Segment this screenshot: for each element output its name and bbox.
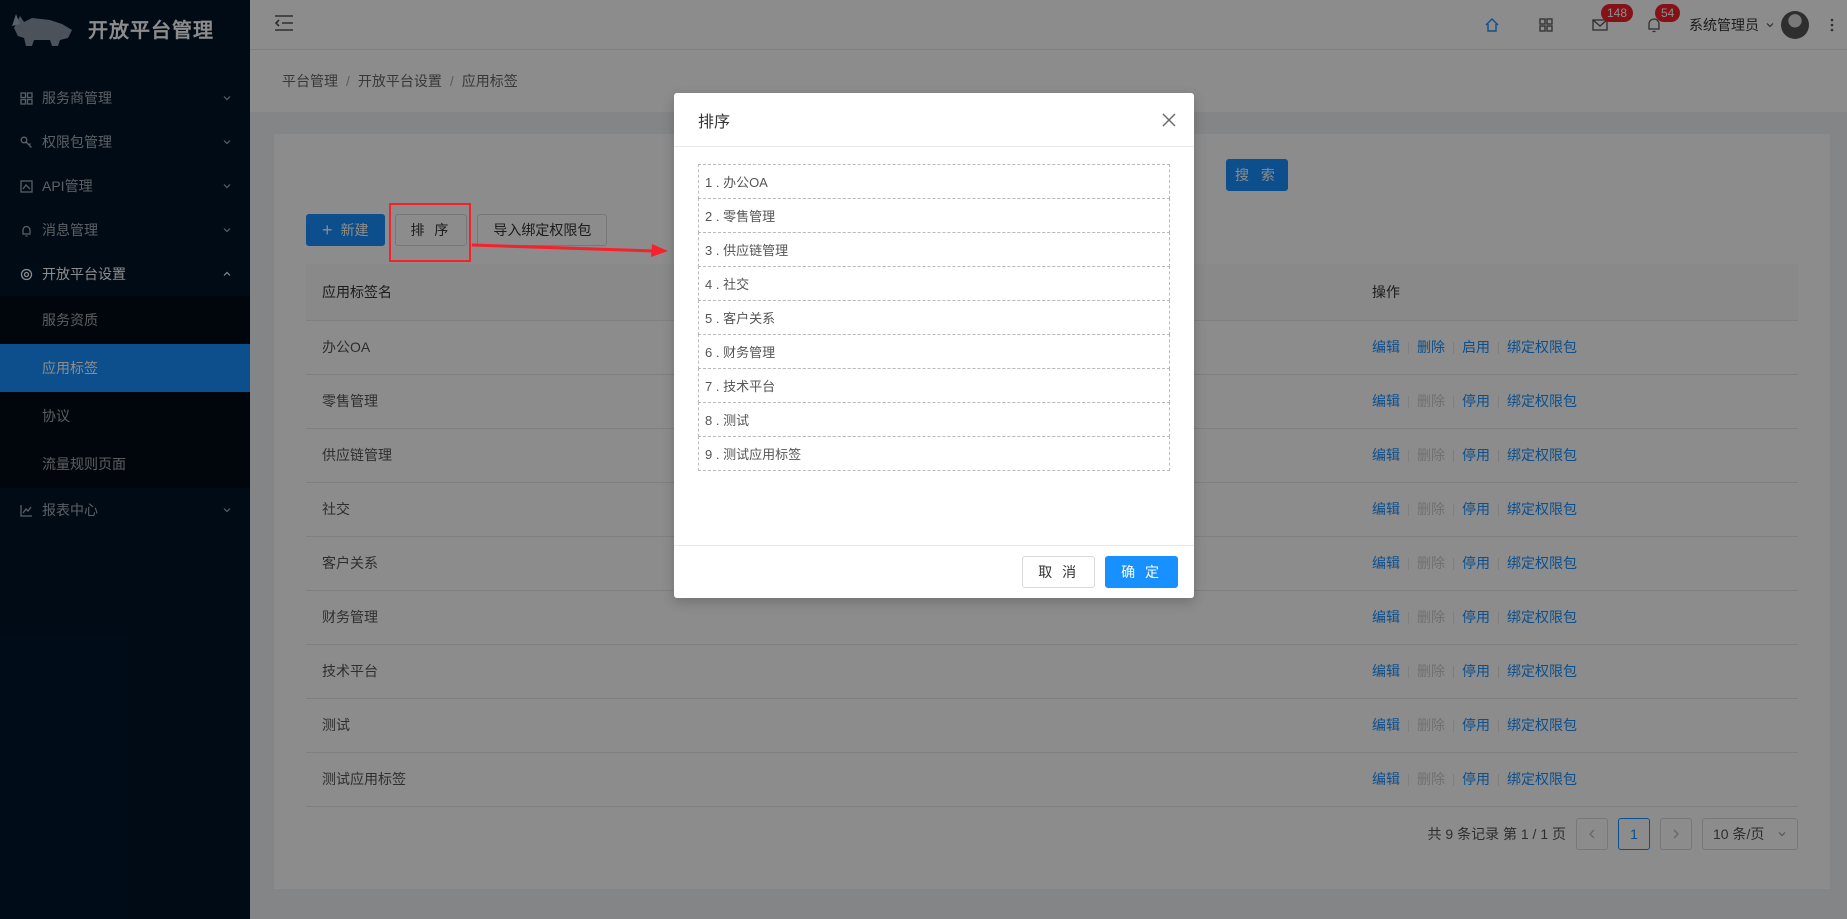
sort-list-item[interactable]: 5 . 客户关系	[698, 300, 1170, 335]
sort-list-item[interactable]: 6 . 财务管理	[698, 334, 1170, 369]
modal-footer: 取 消 确 定	[674, 545, 1194, 598]
sort-list-item[interactable]: 2 . 零售管理	[698, 198, 1170, 233]
sort-list-item[interactable]: 3 . 供应链管理	[698, 232, 1170, 267]
sort-modal: 排序 1 . 办公OA 2 . 零售管理 3 . 供应链管理 4 . 社交 5 . 客户…	[674, 93, 1194, 598]
sort-list-item[interactable]: 8 . 测试	[698, 402, 1170, 437]
sortable-list: 1 . 办公OA 2 . 零售管理 3 . 供应链管理 4 . 社交 5 . 客户关系 6…	[674, 147, 1194, 489]
modal-title: 排序	[698, 113, 731, 131]
sort-list-item[interactable]: 4 . 社交	[698, 266, 1170, 301]
sort-list-item[interactable]: 9 . 测试应用标签	[698, 436, 1170, 471]
ok-button[interactable]: 确 定	[1105, 556, 1178, 588]
modal-header: 排序	[674, 93, 1194, 147]
annotation-highlight-box	[389, 203, 471, 262]
close-icon[interactable]	[1162, 113, 1176, 127]
sort-list-item[interactable]: 7 . 技术平台	[698, 368, 1170, 403]
cancel-button[interactable]: 取 消	[1022, 556, 1096, 588]
sort-list-item[interactable]: 1 . 办公OA	[698, 164, 1170, 199]
annotation-arrow-icon	[472, 243, 668, 257]
